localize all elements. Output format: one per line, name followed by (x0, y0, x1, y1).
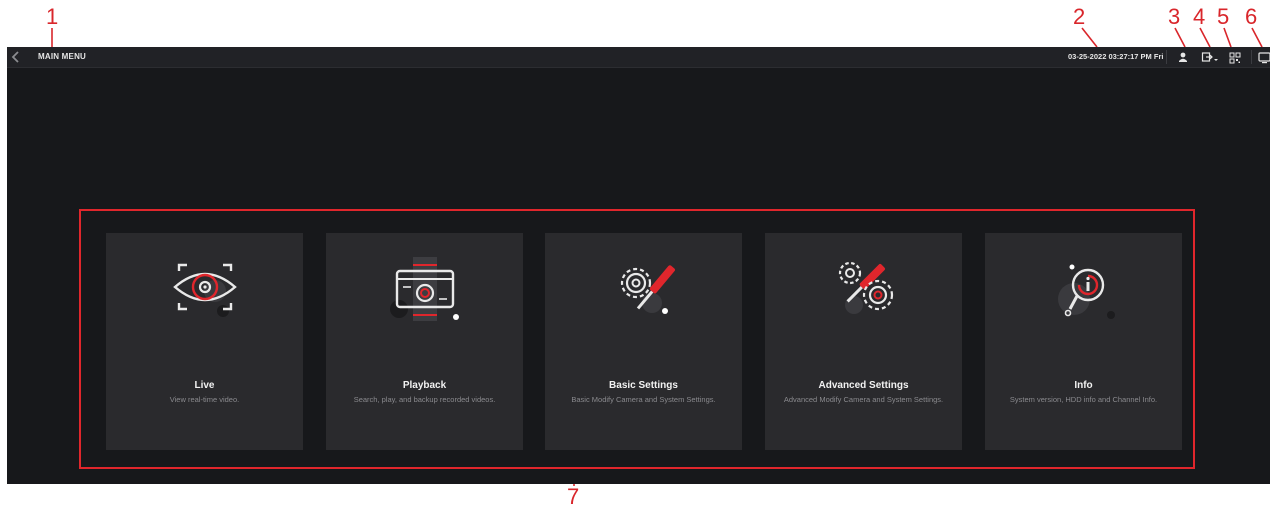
playback-icon (373, 253, 477, 327)
logout-icon[interactable] (1201, 50, 1219, 64)
top-bar: MAIN MENU 03-25-2022 03:27:17 PM Fri (7, 47, 1270, 68)
gears-wrench-icon (812, 253, 916, 327)
divider (1251, 50, 1252, 64)
callout-3: 3 (1168, 4, 1181, 29)
back-arrow-icon[interactable] (9, 49, 23, 65)
info-magnifier-icon (1032, 253, 1136, 327)
callout-2: 2 (1073, 4, 1086, 29)
user-icon[interactable] (1177, 50, 1189, 64)
tile-playback[interactable]: Playback Search, play, and backup record… (326, 233, 523, 450)
tile-description: Search, play, and backup recorded videos… (353, 395, 496, 404)
tile-title: Playback (402, 380, 447, 391)
callout-7: 7 (567, 484, 580, 509)
main-menu-screen: MAIN MENU 03-25-2022 03:27:17 PM Fri Liv… (7, 47, 1270, 484)
gear-wrench-icon (592, 253, 696, 327)
eye-icon (153, 253, 257, 327)
tile-description: View real-time video. (169, 395, 240, 404)
fullscreen-icon[interactable] (1258, 50, 1270, 64)
page-title: MAIN MENU (38, 52, 87, 61)
callout-6: 6 (1245, 4, 1258, 29)
tile-basic-settings[interactable]: Basic Settings Basic Modify Camera and S… (545, 233, 742, 450)
qr-code-icon[interactable] (1229, 50, 1241, 64)
callout-1: 1 (46, 4, 59, 29)
tile-live[interactable]: Live View real-time video. (106, 233, 303, 450)
tile-info[interactable]: Info System version, HDD info and Channe… (985, 233, 1182, 450)
tile-title: Info (1074, 380, 1093, 391)
tile-description: Advanced Modify Camera and System Settin… (783, 395, 944, 404)
divider (1166, 50, 1167, 64)
datetime-display: 03-25-2022 03:27:17 PM Fri (1068, 52, 1164, 61)
callout-4: 4 (1193, 4, 1206, 29)
tile-title: Live (194, 380, 215, 391)
tile-title: Advanced Settings (818, 380, 909, 391)
tile-description: System version, HDD info and Channel Inf… (1009, 395, 1158, 404)
tile-title: Basic Settings (609, 380, 678, 391)
tile-description: Basic Modify Camera and System Settings. (571, 395, 716, 404)
tile-advanced-settings[interactable]: Advanced Settings Advanced Modify Camera… (765, 233, 962, 450)
callout-5: 5 (1217, 4, 1230, 29)
